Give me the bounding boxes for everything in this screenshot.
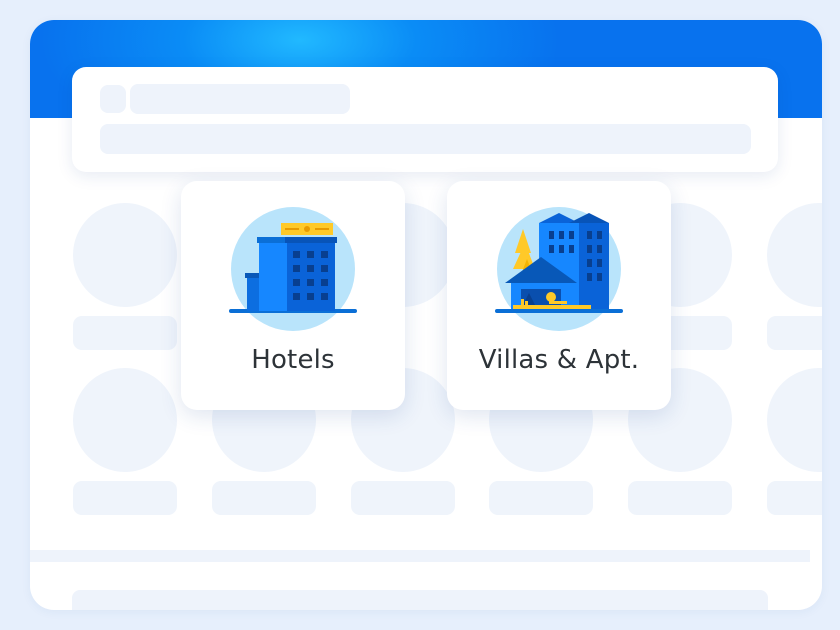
bottom-placeholder bbox=[72, 590, 768, 610]
category-label: Hotels bbox=[251, 345, 335, 375]
category-card-hotels[interactable]: Hotels bbox=[181, 181, 405, 410]
category-label: Villas & Apt. bbox=[478, 345, 640, 375]
search-placeholder-icon bbox=[100, 85, 126, 113]
section-divider bbox=[30, 550, 810, 562]
category-placeholder-label bbox=[489, 481, 593, 515]
category-placeholder-icon bbox=[767, 368, 822, 472]
category-placeholder-label bbox=[73, 316, 177, 350]
villa-apartment-icon bbox=[495, 207, 623, 331]
category-card-villas[interactable]: Villas & Apt. bbox=[447, 181, 671, 410]
category-placeholder-label bbox=[212, 481, 316, 515]
category-placeholder-label bbox=[628, 481, 732, 515]
category-placeholder-label bbox=[767, 316, 822, 350]
search-placeholder-field[interactable] bbox=[100, 124, 751, 154]
category-placeholder-icon bbox=[73, 368, 177, 472]
category-placeholder-icon bbox=[73, 203, 177, 307]
category-placeholder-label bbox=[351, 481, 455, 515]
category-placeholder-label bbox=[73, 481, 177, 515]
category-placeholder-icon bbox=[767, 203, 822, 307]
category-placeholder-label bbox=[767, 481, 822, 515]
hotel-building-icon bbox=[229, 207, 357, 331]
app-window bbox=[30, 20, 822, 610]
search-panel bbox=[72, 67, 778, 172]
search-placeholder-title bbox=[130, 84, 350, 114]
